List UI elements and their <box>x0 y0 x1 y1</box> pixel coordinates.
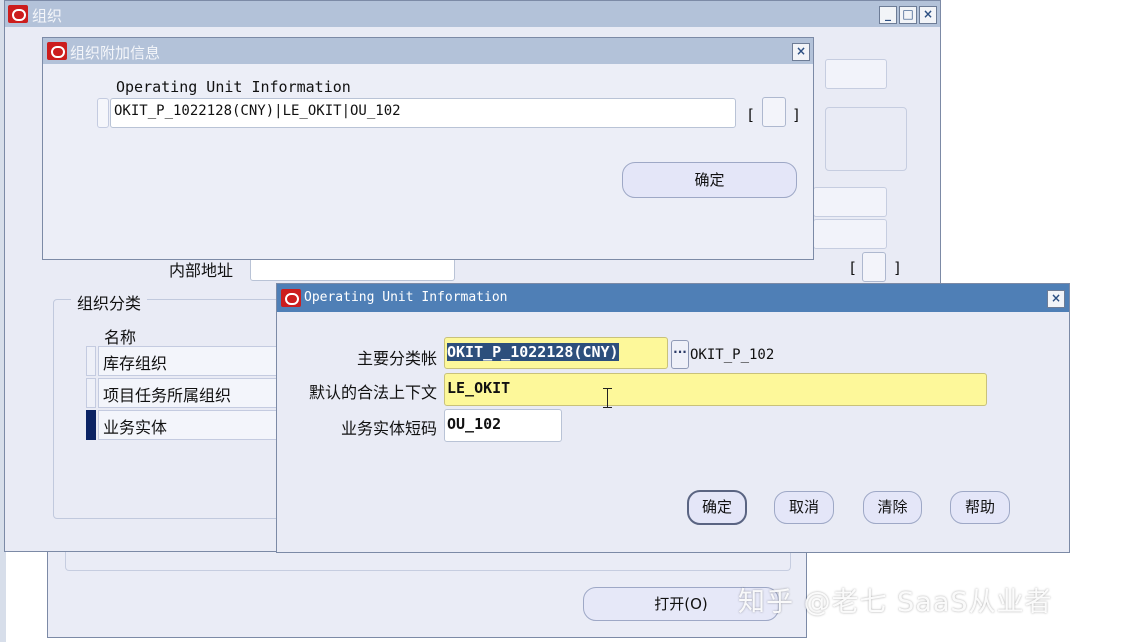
classification-row[interactable]: 项目任务所属组织 <box>98 378 288 408</box>
minimize-icon[interactable]: _ <box>879 6 897 24</box>
bracket-open: [ <box>848 259 858 277</box>
bracket-open: [ <box>746 106 756 124</box>
main-window-title: 组织 <box>32 7 63 25</box>
operating-unit-titlebar: Operating Unit Information × <box>277 284 1069 312</box>
maximize-icon[interactable]: □ <box>899 6 917 24</box>
primary-ledger-description: OKIT_P_102 <box>690 347 775 363</box>
text-cursor-icon-bottom <box>603 407 612 408</box>
watermark: 知乎 @老七 SaaS从业者 <box>738 587 1053 618</box>
close-icon[interactable]: × <box>1047 290 1065 308</box>
help-button[interactable]: 帮助 <box>950 491 1010 524</box>
field-handle[interactable] <box>97 98 109 128</box>
bracket-close: ] <box>893 259 903 277</box>
oracle-logo-icon <box>8 5 28 23</box>
ok-button[interactable]: 确定 <box>687 490 747 525</box>
operating-unit-info-field[interactable]: OKIT_P_1022128(CNY)|LE_OKIT|OU_102 <box>110 98 736 128</box>
text-cursor-icon <box>607 388 608 408</box>
text-cursor-icon-top <box>603 388 612 389</box>
ou-short-code-field[interactable]: OU_102 <box>444 409 562 442</box>
oracle-logo-icon <box>281 289 301 307</box>
operating-unit-heading: Operating Unit Information <box>116 78 351 96</box>
operating-unit-dialog: Operating Unit Information × 主要分类帐 OKIT_… <box>276 283 1070 553</box>
lov-button[interactable]: ··· <box>671 340 689 369</box>
extra-info-titlebar: 组织附加信息 × <box>43 38 813 64</box>
close-icon[interactable]: × <box>792 43 810 61</box>
org-field-1[interactable] <box>825 59 887 89</box>
name-column-header: 名称 <box>104 328 137 347</box>
row-indicator[interactable] <box>86 378 96 408</box>
primary-ledger-label: 主要分类帐 <box>356 349 437 368</box>
classification-row[interactable]: 库存组织 <box>98 346 288 376</box>
org-field-2[interactable] <box>813 187 887 217</box>
default-legal-context-label: 默认的合法上下文 <box>308 383 437 402</box>
clear-button[interactable]: 清除 <box>863 491 922 524</box>
internal-address-label: 内部地址 <box>169 261 234 280</box>
close-icon[interactable]: × <box>919 6 937 24</box>
operating-unit-dialog-title: Operating Unit Information <box>304 290 508 305</box>
row-indicator[interactable] <box>86 346 96 376</box>
classification-group <box>53 299 293 519</box>
default-legal-context-field[interactable]: LE_OKIT <box>444 373 987 406</box>
primary-ledger-field[interactable]: OKIT_P_1022128(CNY) <box>444 337 668 369</box>
classification-group-label: 组织分类 <box>71 290 148 314</box>
extra-info-title: 组织附加信息 <box>70 44 161 62</box>
cancel-button[interactable]: 取消 <box>774 491 834 524</box>
primary-ledger-selected-text: OKIT_P_1022128(CNY) <box>447 343 619 361</box>
org-field-3[interactable] <box>813 219 887 249</box>
extra-info-dialog: 组织附加信息 × Operating Unit Information OKIT… <box>42 37 814 260</box>
address-panel <box>825 107 907 171</box>
descriptive-flexfield-box[interactable] <box>762 97 786 127</box>
bracket-close: ] <box>792 106 802 124</box>
descriptive-flexfield-box[interactable] <box>862 252 886 282</box>
row-indicator-selected[interactable] <box>86 410 96 440</box>
ok-button[interactable]: 确定 <box>622 162 797 198</box>
ou-short-code-label: 业务实体短码 <box>340 419 437 438</box>
classification-row[interactable]: 业务实体 <box>98 410 288 440</box>
oracle-logo-icon <box>47 42 67 60</box>
main-window-titlebar: 组织 _ □ × <box>5 1 940 27</box>
